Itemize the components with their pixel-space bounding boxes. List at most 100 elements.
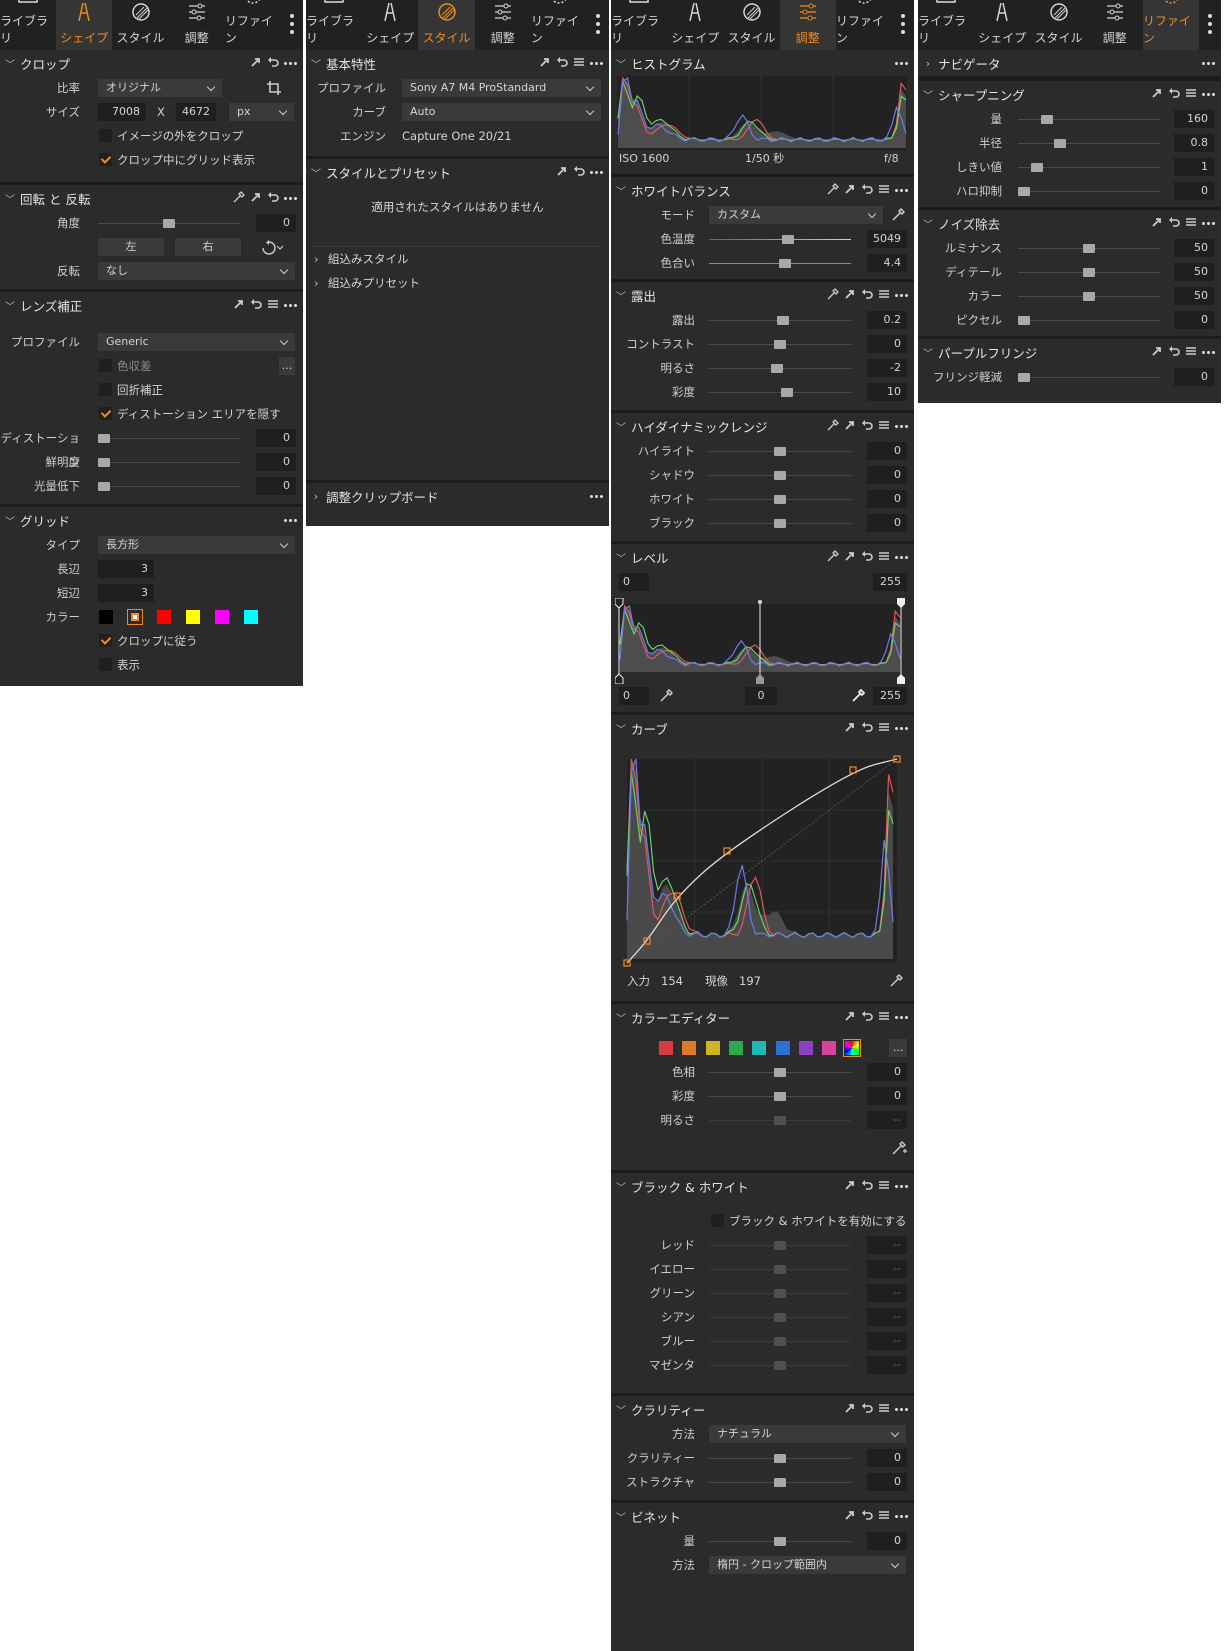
tab-folder[interactable]: ライブラリ <box>611 0 667 50</box>
tab-style[interactable]: スタイル <box>1030 0 1086 50</box>
chevron-down-icon[interactable]: ﹀ <box>306 56 326 71</box>
all-colors-swatch[interactable] <box>843 1039 862 1057</box>
slider-handle[interactable] <box>774 471 786 480</box>
slider-handle[interactable] <box>774 1092 786 1101</box>
slider-value-field[interactable]: -- <box>867 1284 907 1302</box>
slider-value-field[interactable]: -- <box>867 1236 907 1254</box>
diffraction-checkbox[interactable] <box>99 383 112 396</box>
slider-track[interactable] <box>98 486 240 487</box>
slider-track[interactable] <box>98 462 240 463</box>
slider-value-field[interactable]: 50 <box>1174 239 1214 257</box>
slider-value-field[interactable]: -2 <box>867 359 907 377</box>
chevron-down-icon[interactable]: ﹀ <box>611 1179 631 1194</box>
output-low-field[interactable]: 0 <box>619 573 649 591</box>
noise-header[interactable]: ﹀ ノイズ除去 <box>918 210 1221 236</box>
slider-handle[interactable] <box>1031 163 1043 172</box>
more-horizontal-icon[interactable] <box>284 518 297 522</box>
slider-handle[interactable] <box>1041 115 1053 124</box>
input-high-field[interactable]: 255 <box>873 687 907 705</box>
temp-field[interactable]: 5049 <box>867 230 907 248</box>
rotate-header[interactable]: ﹀ 回転 と 反転 <box>0 185 303 211</box>
more-horizontal-icon[interactable] <box>895 293 908 297</box>
slider-handle[interactable] <box>1018 373 1030 382</box>
picker-icon[interactable] <box>827 287 839 303</box>
slider-handle[interactable] <box>98 458 110 467</box>
profile-dropdown[interactable]: Sony A7 M4 ProStandard <box>402 79 601 97</box>
slider-value-field[interactable]: 0 <box>867 1087 907 1105</box>
rotate-free-icon[interactable] <box>257 239 285 255</box>
slider-handle[interactable] <box>774 1265 786 1274</box>
grid-show-checkbox[interactable] <box>99 658 112 671</box>
slider-value-field[interactable]: 0 <box>867 490 907 508</box>
tab-shape[interactable]: シェイプ <box>667 0 723 50</box>
slider-value-field[interactable]: 0 <box>1174 182 1214 200</box>
more-vertical-icon[interactable] <box>287 12 297 36</box>
coloreditor-header[interactable]: ﹀ カラーエディター <box>611 1004 914 1030</box>
tab-adjust[interactable]: 調整 <box>169 0 225 50</box>
presets-menu-icon[interactable] <box>1185 87 1197 102</box>
more-horizontal-icon[interactable] <box>895 188 908 192</box>
slider-track[interactable] <box>1018 119 1160 120</box>
presets-menu-icon[interactable] <box>878 1402 890 1417</box>
slider-value-field[interactable]: 0.2 <box>867 311 907 329</box>
slider-track[interactable] <box>1018 320 1160 321</box>
more-horizontal-icon[interactable] <box>895 424 908 428</box>
histogram-header[interactable]: ﹀ ヒストグラム <box>611 50 914 76</box>
copy-adjust-icon[interactable] <box>844 1509 856 1524</box>
slider-handle[interactable] <box>774 340 786 349</box>
copy-adjust-icon[interactable] <box>844 288 856 303</box>
ca-more-button[interactable]: ... <box>279 357 295 375</box>
slider-value-field[interactable]: 0 <box>867 442 907 460</box>
chevron-down-icon[interactable]: ﹀ <box>0 191 20 206</box>
presets-menu-icon[interactable] <box>878 419 890 434</box>
reset-icon[interactable] <box>1168 216 1180 231</box>
copy-adjust-icon[interactable] <box>250 191 262 206</box>
wb-picker-icon[interactable] <box>891 208 905 222</box>
styles-header[interactable]: ﹀ スタイルとプリセット <box>306 159 609 185</box>
tab-refine[interactable]: リファイン <box>531 0 587 50</box>
grid-follow-checkbox[interactable] <box>99 634 112 647</box>
input-low-field[interactable]: 0 <box>619 687 649 705</box>
slider-value-field[interactable]: 0 <box>867 1449 907 1467</box>
color-range-swatch[interactable] <box>752 1041 767 1055</box>
more-horizontal-icon[interactable] <box>1202 221 1215 225</box>
lens-profile-dropdown[interactable]: Generic <box>98 333 295 351</box>
slider-handle[interactable] <box>774 519 786 528</box>
tab-shape[interactable]: シェイプ <box>974 0 1030 50</box>
rotate-left-button[interactable]: 左 <box>98 238 164 256</box>
slider-value-field[interactable]: 50 <box>1174 287 1214 305</box>
grid-color-swatch[interactable] <box>99 610 113 624</box>
more-horizontal-icon[interactable] <box>1202 61 1215 65</box>
vignette-header[interactable]: ﹀ ビネット <box>611 1503 914 1529</box>
presets-menu-icon[interactable] <box>267 298 279 313</box>
reset-icon[interactable] <box>1168 345 1180 360</box>
tab-refine[interactable]: リファイン <box>836 0 892 50</box>
chevron-down-icon[interactable]: ﹀ <box>306 165 326 180</box>
more-horizontal-icon[interactable] <box>590 61 603 65</box>
chevron-down-icon[interactable]: ﹀ <box>611 419 631 434</box>
curve-dropdown[interactable]: Auto <box>402 103 601 121</box>
tab-shape[interactable]: シェイプ <box>56 0 113 50</box>
vignette-amount-field[interactable]: 0 <box>867 1532 907 1550</box>
chevron-down-icon[interactable]: ﹀ <box>611 183 631 198</box>
midtone-field[interactable]: 0 <box>745 687 777 705</box>
copy-adjust-icon[interactable] <box>1151 345 1163 360</box>
slider-value-field[interactable]: 0 <box>867 1063 907 1081</box>
color-picker-icon[interactable] <box>891 1140 907 1156</box>
black-point-picker-icon[interactable] <box>659 689 673 703</box>
presets-menu-icon[interactable] <box>878 183 890 198</box>
output-high-field[interactable]: 255 <box>873 573 907 591</box>
clarity-method-dropdown[interactable]: ナチュラル <box>709 1425 906 1443</box>
grid-color-swatch[interactable] <box>186 610 200 624</box>
reset-icon[interactable] <box>861 288 873 303</box>
color-range-swatch[interactable] <box>682 1041 697 1055</box>
bw-header[interactable]: ﹀ ブラック & ホワイト <box>611 1173 914 1199</box>
more-horizontal-icon[interactable] <box>895 726 908 730</box>
slider-handle[interactable] <box>774 1116 786 1125</box>
slider-value-field[interactable]: -- <box>867 1356 907 1374</box>
curve-header[interactable]: ﹀ カーブ <box>611 715 914 741</box>
sharpen-header[interactable]: ﹀ シャープニング <box>918 81 1221 107</box>
chevron-right-icon[interactable]: › <box>918 57 938 70</box>
more-horizontal-icon[interactable] <box>284 303 297 307</box>
chevron-down-icon[interactable]: ﹀ <box>0 298 20 313</box>
